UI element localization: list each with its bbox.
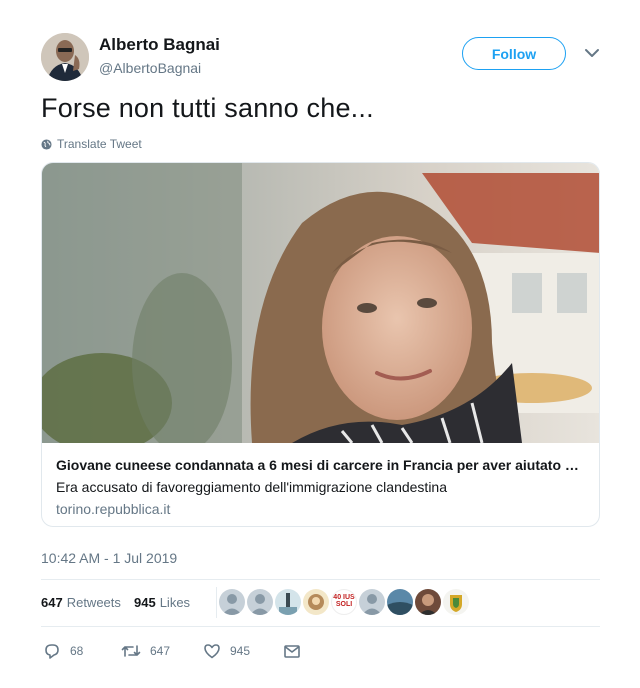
stats-separator bbox=[216, 587, 217, 618]
retweet-button[interactable]: 647 bbox=[121, 640, 170, 662]
retweets-stat[interactable]: 647 Retweets bbox=[41, 595, 121, 610]
heart-icon bbox=[204, 644, 220, 659]
like-count: 945 bbox=[230, 644, 251, 658]
card-description: Era accusato di favoreggiamento dell'imm… bbox=[56, 479, 447, 495]
translate-label[interactable]: Translate Tweet bbox=[57, 137, 142, 151]
likes-label: Likes bbox=[159, 595, 191, 610]
liker-avatar[interactable] bbox=[247, 589, 273, 615]
reply-count: 68 bbox=[70, 644, 84, 658]
user-handle[interactable]: @AlbertoBagnai bbox=[99, 60, 201, 76]
user-name[interactable]: Alberto Bagnai bbox=[99, 35, 220, 55]
liker-avatar-ius-soli[interactable]: 40 IUS SOLI bbox=[331, 589, 357, 615]
card-domain[interactable]: torino.repubblica.it bbox=[56, 501, 170, 517]
likes-stat[interactable]: 945 Likes bbox=[134, 595, 190, 610]
likes-count: 945 bbox=[134, 595, 156, 610]
direct-message-button[interactable] bbox=[283, 640, 310, 662]
tweet-timestamp[interactable]: 10:42 AM - 1 Jul 2019 bbox=[41, 550, 177, 566]
tweet-actions: 68 647 945 bbox=[41, 640, 600, 664]
ius-soli-badge: 40 IUS SOLI bbox=[333, 594, 355, 608]
retweets-count: 647 bbox=[41, 595, 63, 610]
tweet-stats: 647 Retweets 945 Likes 40 IUS SOLI bbox=[41, 579, 600, 626]
retweet-count: 647 bbox=[150, 644, 171, 658]
message-icon bbox=[284, 645, 300, 658]
follow-button[interactable]: Follow bbox=[462, 37, 566, 70]
chevron-down-icon[interactable] bbox=[583, 46, 601, 60]
retweet-icon bbox=[121, 645, 141, 657]
card-title[interactable]: Giovane cuneese condannata a 6 mesi di c… bbox=[56, 457, 586, 473]
avatar[interactable] bbox=[41, 33, 89, 81]
translate-tweet-link[interactable]: Translate Tweet bbox=[41, 136, 142, 152]
globe-icon bbox=[41, 138, 52, 150]
like-button[interactable]: 945 bbox=[203, 640, 250, 662]
retweets-label: Retweets bbox=[66, 595, 121, 610]
link-card[interactable]: Giovane cuneese condannata a 6 mesi di c… bbox=[41, 162, 600, 527]
reply-button[interactable]: 68 bbox=[43, 640, 83, 662]
tweet-text: Forse non tutti sanno che... bbox=[41, 93, 374, 123]
liker-avatar[interactable] bbox=[359, 589, 385, 615]
liker-avatar[interactable] bbox=[219, 589, 245, 615]
reply-icon bbox=[45, 644, 59, 659]
liker-avatar[interactable] bbox=[303, 589, 329, 615]
divider bbox=[41, 626, 600, 627]
liker-avatar[interactable] bbox=[415, 589, 441, 615]
tweet: Alberto Bagnai @AlbertoBagnai Follow For… bbox=[0, 0, 640, 688]
liker-avatar[interactable] bbox=[387, 589, 413, 615]
card-image[interactable] bbox=[42, 163, 600, 443]
liker-avatar[interactable] bbox=[443, 589, 469, 615]
liker-avatar[interactable] bbox=[275, 589, 301, 615]
